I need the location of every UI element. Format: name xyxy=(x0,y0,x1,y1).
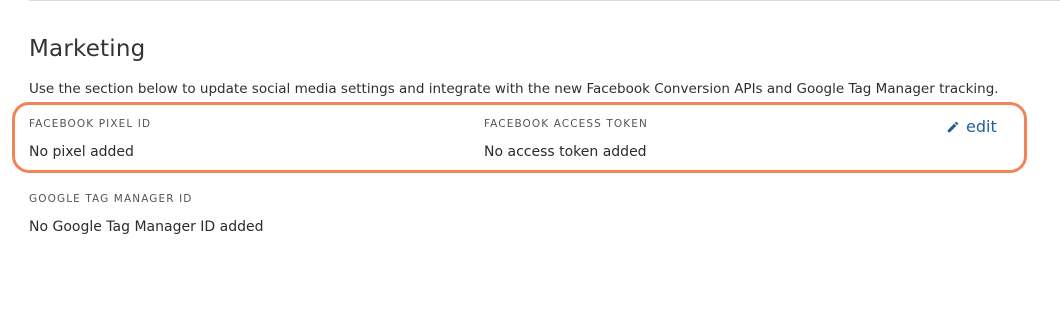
facebook-token-field: FACEBOOK ACCESS TOKEN No access token ad… xyxy=(484,117,648,161)
edit-label: edit xyxy=(966,117,997,136)
top-divider xyxy=(29,0,1060,1)
facebook-token-value: No access token added xyxy=(484,144,647,160)
facebook-pixel-field: FACEBOOK PIXEL ID No pixel added xyxy=(29,117,151,161)
facebook-token-label: FACEBOOK ACCESS TOKEN xyxy=(484,118,648,130)
section-description: Use the section below to update social m… xyxy=(29,81,999,97)
gtm-label: GOOGLE TAG MANAGER ID xyxy=(29,193,193,205)
gtm-field: GOOGLE TAG MANAGER ID No Google Tag Mana… xyxy=(29,192,264,236)
section-title: Marketing xyxy=(29,36,146,62)
edit-button[interactable]: edit xyxy=(946,117,997,137)
marketing-settings-page: Marketing Use the section below to updat… xyxy=(0,0,1060,309)
facebook-pixel-value: No pixel added xyxy=(29,144,134,160)
gtm-value: No Google Tag Manager ID added xyxy=(29,219,264,235)
pencil-icon xyxy=(946,120,960,134)
facebook-pixel-label: FACEBOOK PIXEL ID xyxy=(29,118,152,130)
